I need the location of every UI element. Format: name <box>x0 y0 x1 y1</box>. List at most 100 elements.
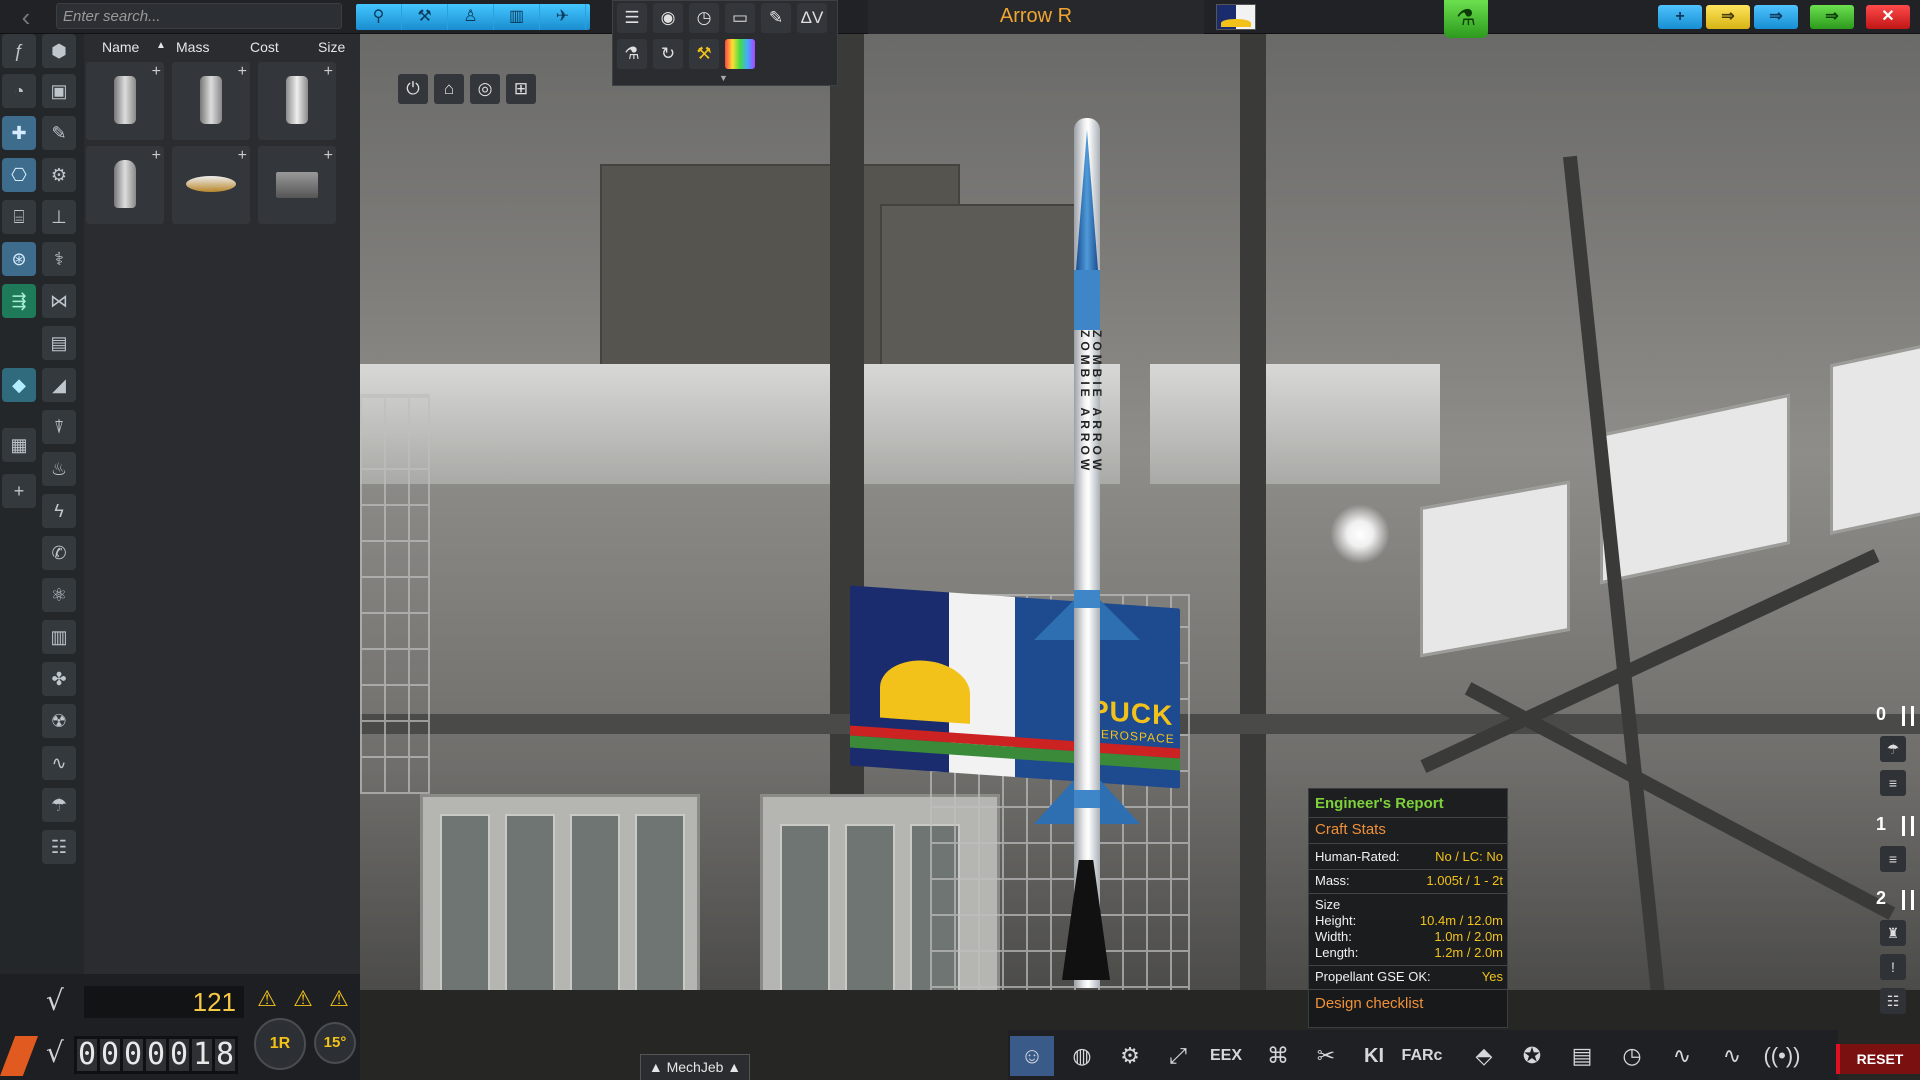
part-tile[interactable]: + <box>86 146 164 224</box>
tag-tool-icon[interactable]: ⌘ <box>1256 1036 1300 1076</box>
power-icon[interactable]: ⏻ <box>398 74 428 104</box>
wrench-tool-icon[interactable]: ⚒ <box>689 39 719 69</box>
tag-icon[interactable]: ⬢ <box>42 34 76 68</box>
column-mass[interactable]: Mass <box>176 39 209 55</box>
clock-icon[interactable]: ◷ <box>689 3 719 33</box>
drop-icon[interactable]: ◆ <box>2 368 36 402</box>
stage-number[interactable]: 1 <box>1876 814 1886 835</box>
coupler-icon[interactable]: ⊥ <box>42 200 76 234</box>
crew-icon[interactable]: ⚲ <box>356 4 402 30</box>
flag-icon[interactable] <box>1216 4 1256 30</box>
report-title[interactable]: Engineer's Report <box>1315 795 1444 812</box>
person-icon[interactable]: ♙ <box>448 4 494 30</box>
tanks-icon[interactable]: ▣ <box>42 74 76 108</box>
stage-number[interactable]: 0 <box>1876 704 1886 725</box>
stage-number[interactable]: 2 <box>1876 888 1886 909</box>
battery-icon[interactable]: ▥ <box>42 620 76 654</box>
part-tile[interactable]: + <box>258 62 336 140</box>
load-craft-button[interactable]: ⇒ <box>1706 5 1750 29</box>
ruler-icon[interactable]: ▦ <box>2 428 36 462</box>
science-flask-icon[interactable]: ⚗ <box>1444 0 1488 38</box>
delta-v-button[interactable]: ΔV <box>797 3 827 33</box>
design-checklist-header[interactable]: Design checklist <box>1315 995 1423 1012</box>
pencil-icon[interactable]: ✎ <box>42 116 76 150</box>
planet-icon[interactable]: ◍ <box>1060 1036 1104 1076</box>
craft-stats-header[interactable]: Craft Stats <box>1315 821 1386 838</box>
gear-badge-icon[interactable]: ✪ <box>1510 1036 1554 1076</box>
rotate-snap-button[interactable]: 1R <box>254 1018 306 1070</box>
save-craft-button[interactable]: ⇒ <box>1754 5 1798 29</box>
rainbow-icon[interactable] <box>725 39 755 69</box>
craft-name[interactable]: Arrow R <box>868 5 1204 28</box>
stage-lock-icon[interactable] <box>1902 706 1914 726</box>
stage-lock-icon[interactable] <box>1902 890 1914 910</box>
weight-warning-icon[interactable]: ⚠ <box>324 984 354 1014</box>
pulse-icon[interactable]: ∿ <box>42 746 76 780</box>
part-tile[interactable]: + <box>86 62 164 140</box>
exit-button[interactable]: ✕ <box>1866 5 1910 29</box>
cog-icon[interactable]: ⚙ <box>1108 1036 1152 1076</box>
new-craft-button[interactable]: + <box>1658 5 1702 29</box>
refresh-icon[interactable]: ↻ <box>653 39 683 69</box>
symmetry-icon[interactable]: ⌂ <box>434 74 464 104</box>
tank-cylinder-icon[interactable]: ▤ <box>42 326 76 360</box>
engine-stage-icon[interactable]: ♜ <box>1880 920 1906 946</box>
booster-stage-icon[interactable]: ! <box>1880 954 1906 980</box>
snap-icon[interactable]: ⊞ <box>506 74 536 104</box>
plane-icon[interactable]: ✈ <box>540 4 586 30</box>
truss-icon[interactable]: ⋈ <box>42 284 76 318</box>
factory-icon[interactable]: ⌸ <box>2 200 36 234</box>
list-icon[interactable]: ☰ <box>617 3 647 33</box>
lightning-icon[interactable]: ϟ <box>42 494 76 528</box>
rocket-tool-icon[interactable]: ⬘ <box>1462 1036 1506 1076</box>
waveform-icon[interactable]: ∿ <box>1710 1036 1754 1076</box>
sphere-icon[interactable]: ◉ <box>653 3 683 33</box>
document-icon[interactable]: ▤ <box>1560 1036 1604 1076</box>
reset-button[interactable]: RESET <box>1836 1044 1920 1074</box>
ladder-stage-icon[interactable]: ☷ <box>1880 988 1906 1014</box>
signal-icon[interactable]: ∿ <box>1660 1036 1704 1076</box>
bag-icon[interactable]: ⎔ <box>2 158 36 192</box>
decoupler-stage-icon[interactable]: ≡ <box>1880 846 1906 872</box>
column-cost[interactable]: Cost <box>250 39 279 55</box>
tools-icon[interactable]: ✂ <box>1304 1036 1348 1076</box>
antenna-icon[interactable]: ✆ <box>42 536 76 570</box>
warning-icon[interactable]: ⚠ <box>252 984 282 1014</box>
radiation-icon[interactable]: ☢ <box>42 704 76 738</box>
expand-arrows-icon[interactable]: ⤢ <box>1156 1036 1200 1076</box>
column-size[interactable]: Size <box>318 39 345 55</box>
gear-icon[interactable]: ⚙ <box>42 158 76 192</box>
brush-icon[interactable]: ✎ <box>761 3 791 33</box>
atom-icon[interactable]: ⚛ <box>42 578 76 612</box>
ladder-icon[interactable]: ☷ <box>42 830 76 864</box>
nozzle-icon[interactable]: ⍒ <box>42 410 76 444</box>
parachute-icon[interactable]: ☂ <box>42 788 76 822</box>
sort-indicator-icon[interactable]: ▲ <box>156 40 166 51</box>
parachute-stage-icon[interactable]: ☂ <box>1880 736 1906 762</box>
function-icon[interactable]: ƒ <box>2 34 36 68</box>
pods-icon[interactable]: ◔ <box>2 74 36 108</box>
wrench-icon[interactable]: ⚒ <box>402 4 448 30</box>
globe-icon[interactable]: ◎ <box>470 74 500 104</box>
robot-arm-icon[interactable]: ⚕ <box>42 242 76 276</box>
eex-button[interactable]: EEX <box>1204 1036 1248 1076</box>
orbit-icon[interactable]: ⊛ <box>2 242 36 276</box>
engine-cat-icon[interactable]: ⇶ <box>2 284 36 318</box>
column-name[interactable]: Name <box>102 39 139 55</box>
add-category-icon[interactable]: + <box>2 474 36 508</box>
farc-button[interactable]: FARc <box>1400 1036 1444 1076</box>
part-tile[interactable]: + <box>172 62 250 140</box>
launch-button[interactable]: ⇒ <box>1810 5 1854 29</box>
cargo-icon[interactable]: ▥ <box>494 4 540 30</box>
flame-icon[interactable]: ♨ <box>42 452 76 486</box>
cluster-icon[interactable]: ✤ <box>42 662 76 696</box>
expand-caret-icon[interactable]: ▼ <box>719 73 728 83</box>
mechjeb-tab[interactable]: ▲ MechJeb ▲ <box>640 1054 750 1080</box>
antenna-signal-icon[interactable]: ((•)) <box>1760 1036 1804 1076</box>
decoupler-stage-icon[interactable]: ≡ <box>1880 770 1906 796</box>
flask-icon[interactable]: ⚗ <box>617 39 647 69</box>
wing-icon[interactable]: ◢ <box>42 368 76 402</box>
stage-lock-icon[interactable] <box>1902 816 1914 836</box>
part-tile[interactable]: + <box>258 146 336 224</box>
alarm-clock-icon[interactable]: ◷ <box>1610 1036 1654 1076</box>
